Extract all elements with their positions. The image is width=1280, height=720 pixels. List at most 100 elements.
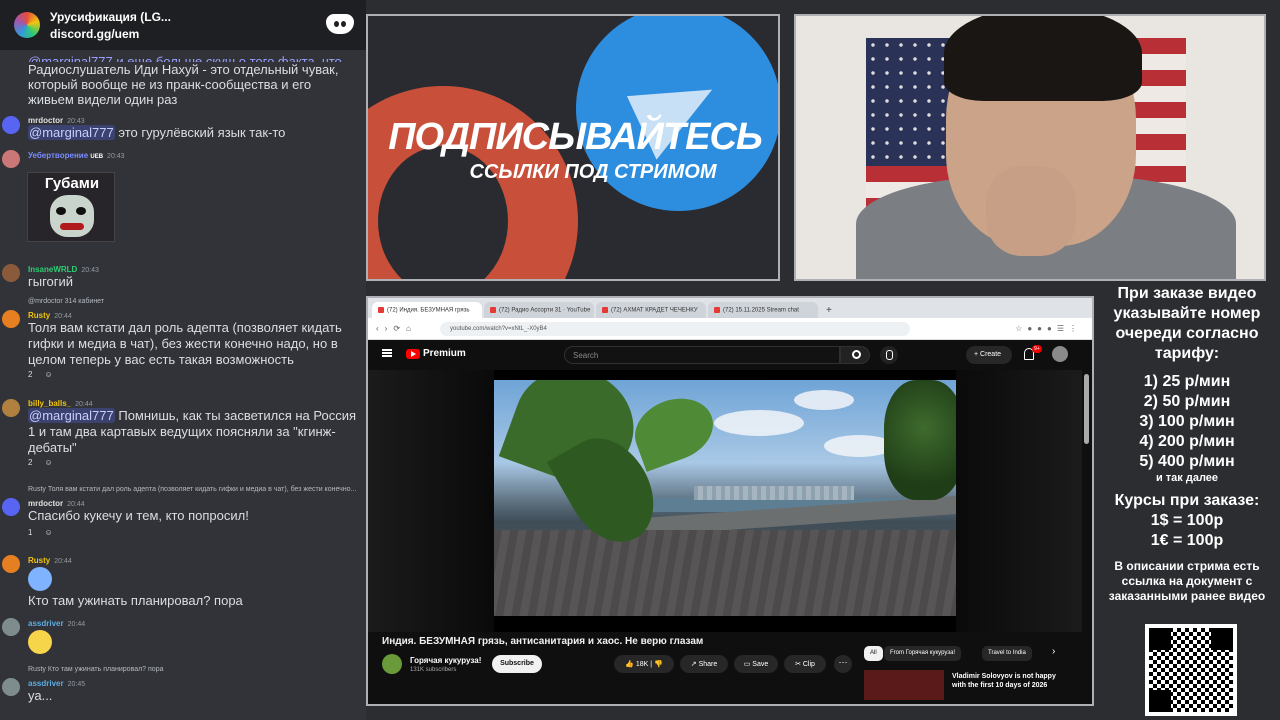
account-avatar[interactable] <box>1052 346 1068 362</box>
emoji-sticker-icon <box>28 630 52 654</box>
chat-image-joker[interactable]: Губами <box>27 172 115 242</box>
search-icon <box>852 350 861 359</box>
reactions[interactable]: 2 ☺ <box>28 458 53 467</box>
create-button[interactable]: + Create <box>966 346 1012 364</box>
save-button[interactable]: ▭ Save <box>734 655 778 673</box>
browser-tab[interactable]: (72) Радио Ассорти 31 · YouTube <box>484 302 594 318</box>
share-button[interactable]: ↗ Share <box>680 655 728 673</box>
reactions[interactable]: 1 ☺ <box>28 528 53 537</box>
avatar[interactable] <box>2 310 20 328</box>
username[interactable]: Уебертворение <box>28 151 88 160</box>
message-line: который вообще не из пранк-сообщества и … <box>28 77 312 92</box>
chevron-right-icon[interactable]: › <box>1052 646 1055 657</box>
avatar[interactable] <box>2 555 20 573</box>
leaf <box>626 388 722 472</box>
username[interactable]: mrdoctor <box>28 499 63 508</box>
discord-chat: Урусификация (LG... discord.gg/uem @marg… <box>0 0 366 720</box>
reaction-count[interactable]: 2 <box>28 458 32 467</box>
user-mention[interactable]: @marginal777 <box>28 125 115 140</box>
qr-code[interactable] <box>1145 624 1237 716</box>
promo-subline: ССЫЛКИ ПОД СТРИМОМ <box>469 161 717 183</box>
channel-name[interactable]: Горячая кукуруза! <box>410 656 481 665</box>
filter-chip[interactable]: All <box>864 646 883 661</box>
avatar[interactable] <box>2 264 20 282</box>
message-text: гыгогий <box>28 274 74 289</box>
youtube-page: Premium Search + Create 9+ Индия. БЕЗУМН… <box>368 340 1092 704</box>
timestamp: 20:44 <box>67 621 86 628</box>
timestamp: 20:43 <box>81 267 99 274</box>
nav-buttons[interactable]: ‹›⟳⌂ <box>376 324 417 333</box>
microphone-icon[interactable] <box>880 346 898 364</box>
reaction-count[interactable]: 2 <box>28 370 32 379</box>
rate-item: 1€ = 100р <box>1150 532 1224 549</box>
clip-button[interactable]: ✂ Clip <box>784 655 826 673</box>
add-reaction-icon[interactable]: ☺ <box>44 370 52 379</box>
thumbs-down-icon: 👎 <box>654 661 663 668</box>
avatar[interactable] <box>2 618 20 636</box>
browser-tab[interactable]: (72) 15.11.2025 Stream chat <box>708 302 818 318</box>
price-info-panel: При заказе видео указывайте номер очеред… <box>1094 284 1280 720</box>
message-text: Толя вам кстати дал роль адепта (позволя… <box>28 320 342 367</box>
username[interactable]: mrdoctor <box>28 116 63 125</box>
username[interactable]: billy_balls_ <box>28 399 71 408</box>
add-reaction-icon[interactable]: ☺ <box>44 528 52 537</box>
username[interactable]: Rusty <box>28 311 50 320</box>
video-player[interactable] <box>368 370 1082 632</box>
user-mention[interactable]: @marginal777 <box>28 408 115 423</box>
promo-headline: ПОДПИСЫВАЙТЕСЬ <box>388 116 763 158</box>
tariff-item: 4) 200 р/мин <box>1139 433 1235 450</box>
qr-pattern <box>1149 628 1233 712</box>
like-dislike-button[interactable]: 👍 18K | 👎 <box>614 655 674 673</box>
avatar[interactable] <box>2 678 20 696</box>
browser-window: (72) Индия. БЕЗУМНАЯ грязь (72) Радио Ас… <box>366 296 1094 706</box>
stream-layout: Урусификация (LG... discord.gg/uem @marg… <box>0 0 1280 720</box>
emoji-sticker-icon <box>28 567 52 591</box>
recommended-thumbnail[interactable] <box>864 670 944 700</box>
timestamp: 20:44 <box>67 501 85 508</box>
browser-tab[interactable]: (72) Индия. БЕЗУМНАЯ грязь <box>372 302 482 318</box>
reactions[interactable]: 2 ☺ <box>28 370 53 379</box>
new-tab-button[interactable]: + <box>826 305 832 316</box>
browser-tab[interactable]: (72) АХМАТ КРАДЕТ ЧЕЧЕНКУ <box>596 302 706 318</box>
youtube-logo[interactable]: Premium <box>406 348 466 359</box>
recommended-title[interactable]: Vladimir Solovyov is not happy with the … <box>952 672 1064 690</box>
more-actions-icon[interactable]: ⋯ <box>834 655 852 673</box>
search-input[interactable]: Search <box>564 346 840 364</box>
reply-preview[interactable]: Rusty Толя вам кстати дал роль адепта (п… <box>28 486 356 493</box>
avatar[interactable] <box>2 116 20 134</box>
invite-link[interactable]: discord.gg/uem <box>50 27 171 41</box>
username[interactable]: assdriver <box>28 619 64 628</box>
filter-chip[interactable]: From Горячая кукуруза! <box>884 646 962 661</box>
video-title: Индия. БЕЗУМНАЯ грязь, антисанитария и х… <box>382 636 704 647</box>
message-text: уа... <box>28 688 53 703</box>
tab-label: (72) 15.11.2025 Stream chat <box>723 307 799 314</box>
avatar[interactable] <box>2 399 20 417</box>
username[interactable]: Rusty <box>28 556 50 565</box>
video-frame[interactable] <box>494 380 956 616</box>
username[interactable]: InsaneWRLD <box>28 265 77 274</box>
menu-icon[interactable] <box>382 349 392 357</box>
url-field[interactable]: youtube.com/watch?v=xNtL_-X0yB4 <box>440 322 910 336</box>
channel-avatar[interactable] <box>382 654 402 674</box>
extensions-icons[interactable]: ☆●●●☰⋮ <box>1015 324 1082 333</box>
add-reaction-icon[interactable]: ☺ <box>44 458 52 467</box>
timestamp: 20:44 <box>75 401 93 408</box>
cloud <box>714 410 804 436</box>
person-hand <box>986 166 1076 256</box>
image-caption: Губами <box>44 175 100 192</box>
discord-invite-banner[interactable]: Урусификация (LG... discord.gg/uem <box>0 0 366 50</box>
reaction-count[interactable]: 1 <box>28 528 32 537</box>
username[interactable]: assdriver <box>28 679 64 688</box>
joker-face <box>50 195 94 237</box>
reply-preview[interactable]: @mrdoctor 314 кабинет <box>28 298 104 305</box>
avatar[interactable] <box>2 498 20 516</box>
search-button[interactable] <box>840 346 870 364</box>
scrollbar[interactable] <box>1084 374 1089 444</box>
discord-logo-icon <box>326 14 354 34</box>
reply-preview[interactable]: Rusty Кто там ужинать планировал? пора <box>28 666 164 673</box>
subscribe-button[interactable]: Subscribe <box>492 655 542 673</box>
promenade-floor <box>494 530 956 616</box>
filter-chip[interactable]: Travel to India <box>982 646 1032 661</box>
avatar[interactable] <box>2 150 20 168</box>
cloud <box>794 390 854 410</box>
